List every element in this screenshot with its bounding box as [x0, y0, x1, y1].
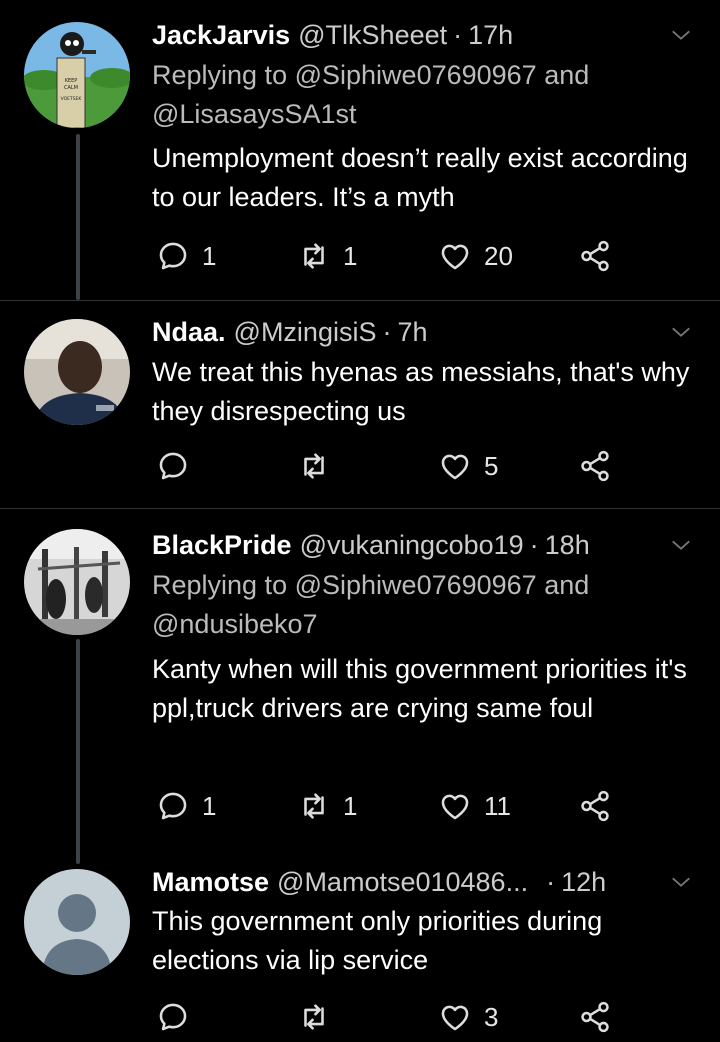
- tweet-header: Ndaa. @MzingisiS · 7h: [152, 312, 428, 352]
- like-count: 3: [484, 1001, 499, 1032]
- replying-prefix: Replying to: [152, 60, 288, 90]
- chevron-down-icon[interactable]: [670, 871, 692, 893]
- share-icon: [581, 450, 609, 482]
- tweet-text: This government only priorities during e…: [152, 906, 603, 975]
- thread-line: [76, 639, 80, 864]
- tweet-header: JackJarvis @TlkSheeet · 17h: [152, 15, 513, 55]
- reply-button[interactable]: 1: [156, 236, 216, 276]
- reply-button[interactable]: 1: [156, 786, 216, 826]
- timestamp[interactable]: 12h: [561, 862, 606, 902]
- heart-icon: [441, 244, 469, 270]
- sign-voetsek-text: VOETSEK: [61, 96, 83, 102]
- tweet-4[interactable]: Mamotse @Mamotse010486... · 12h This gov…: [0, 851, 720, 1042]
- reply-icon: [159, 242, 187, 270]
- action-bar: 1 1 20: [152, 236, 622, 276]
- reply-icon: [159, 1003, 187, 1031]
- like-count: 11: [484, 790, 511, 821]
- author-name[interactable]: Mamotse: [152, 862, 269, 902]
- share-icon: [581, 1001, 609, 1033]
- like-button[interactable]: 5: [438, 446, 498, 486]
- retweet-count: 1: [343, 790, 358, 821]
- avatar-ndaa[interactable]: [24, 319, 130, 425]
- share-button[interactable]: [578, 446, 612, 486]
- retweet-count: 1: [343, 240, 358, 271]
- avatar-default[interactable]: [24, 869, 130, 975]
- mention-link[interactable]: @LisasaysSA1st: [152, 99, 357, 129]
- reply-button[interactable]: [156, 997, 202, 1037]
- timestamp[interactable]: 7h: [397, 312, 427, 352]
- separator-dot: ·: [453, 20, 463, 50]
- retweet-icon: [304, 793, 324, 819]
- tweet-1[interactable]: KEEP CALM VOETSEK JackJarvis @TlkSheeet …: [0, 0, 720, 300]
- retweet-button[interactable]: [297, 997, 343, 1037]
- chevron-down-icon[interactable]: [670, 321, 692, 343]
- retweet-icon: [304, 453, 324, 479]
- retweet-icon: [304, 1004, 324, 1030]
- share-button[interactable]: [578, 236, 612, 276]
- separator-dot: ·: [546, 867, 556, 897]
- separator-dot: ·: [529, 530, 539, 560]
- replying-prefix: Replying to: [152, 570, 288, 600]
- retweet-button[interactable]: 1: [297, 786, 357, 826]
- share-icon: [581, 240, 609, 272]
- reply-button[interactable]: [156, 446, 202, 486]
- tweet-text: Kanty when will this government prioriti…: [152, 654, 687, 723]
- heart-icon: [441, 1005, 469, 1031]
- reply-icon: [159, 452, 187, 480]
- action-bar: 1 1 11: [152, 786, 622, 826]
- tweet-header: Mamotse @Mamotse010486... · 12h: [152, 862, 606, 902]
- author-name[interactable]: Ndaa.: [152, 312, 226, 352]
- tweet-2[interactable]: Ndaa. @MzingisiS · 7h We treat this hyen…: [0, 301, 720, 508]
- separator-dot: ·: [382, 317, 392, 347]
- share-button[interactable]: [578, 786, 612, 826]
- author-handle[interactable]: @TlkSheeet: [298, 15, 447, 55]
- author-handle[interactable]: @vukaningcobo19: [300, 525, 524, 565]
- like-count: 20: [484, 240, 513, 271]
- retweet-icon: [304, 243, 324, 269]
- tweet-header: BlackPride @vukaningcobo19 · 18h: [152, 525, 590, 565]
- chevron-down-icon[interactable]: [670, 534, 692, 556]
- retweet-button[interactable]: 1: [297, 236, 357, 276]
- timestamp[interactable]: 17h: [468, 15, 513, 55]
- avatar-blackpride[interactable]: [24, 529, 130, 635]
- tweet-text: We treat this hyenas as messiahs, that's…: [152, 357, 690, 426]
- replying-to: Replying to @Siphiwe07690967 and @Lisasa…: [152, 56, 692, 134]
- author-name[interactable]: BlackPride: [152, 525, 292, 565]
- action-bar: 5: [152, 446, 622, 486]
- tweet-text: Unemployment doesn’t really exist accord…: [152, 143, 688, 212]
- mention-link[interactable]: @Siphiwe07690967 and: [295, 60, 590, 90]
- share-button[interactable]: [578, 997, 612, 1037]
- like-count: 5: [484, 450, 499, 481]
- author-name[interactable]: JackJarvis: [152, 15, 290, 55]
- mention-link[interactable]: @Siphiwe07690967 and: [295, 570, 590, 600]
- retweet-button[interactable]: [297, 446, 343, 486]
- heart-icon: [441, 794, 469, 820]
- reply-count: 1: [202, 240, 217, 271]
- chevron-down-icon[interactable]: [670, 24, 692, 46]
- sign-calm-text: CALM: [64, 85, 78, 91]
- thread-line: [76, 134, 80, 300]
- author-handle[interactable]: @MzingisiS: [234, 312, 377, 352]
- like-button[interactable]: 20: [438, 236, 513, 276]
- avatar-jackjarvis[interactable]: KEEP CALM VOETSEK: [24, 22, 130, 128]
- mention-link[interactable]: @ndusibeko7: [152, 609, 318, 639]
- sign-keep-text: KEEP: [65, 78, 78, 84]
- replying-to: Replying to @Siphiwe07690967 and @ndusib…: [152, 566, 692, 644]
- action-bar: 3: [152, 997, 622, 1037]
- reply-count: 1: [202, 790, 217, 821]
- share-icon: [581, 790, 609, 822]
- like-button[interactable]: 3: [438, 997, 498, 1037]
- author-handle[interactable]: @Mamotse010486...: [277, 862, 528, 902]
- heart-icon: [441, 454, 469, 480]
- reply-icon: [159, 792, 187, 820]
- tweet-3[interactable]: BlackPride @vukaningcobo19 · 18h Replyin…: [0, 509, 720, 864]
- timestamp[interactable]: 18h: [545, 525, 590, 565]
- like-button[interactable]: 11: [438, 786, 511, 826]
